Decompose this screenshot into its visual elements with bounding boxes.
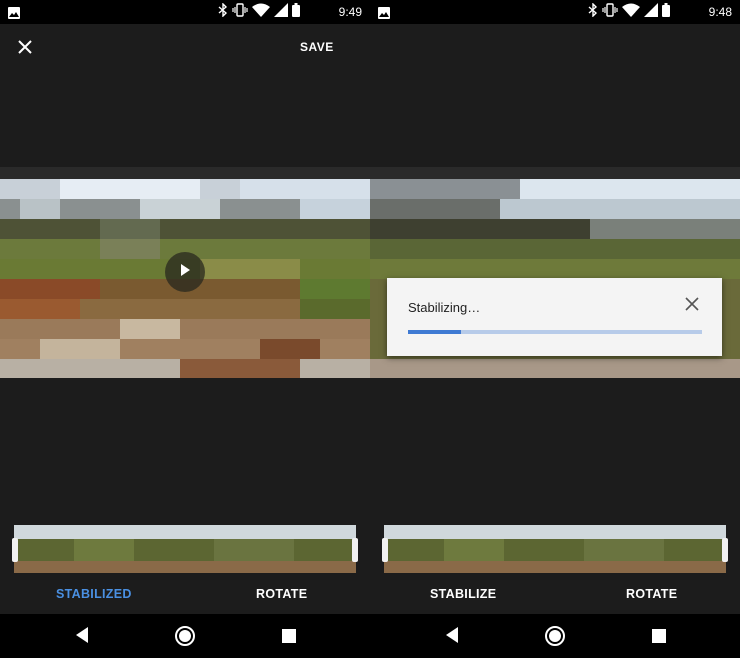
clock: 9:49	[338, 5, 362, 19]
recents-icon[interactable]	[282, 629, 296, 648]
signal-icon	[274, 2, 288, 22]
recents-icon[interactable]	[652, 629, 666, 648]
nav-bar	[370, 614, 740, 658]
video-timeline[interactable]	[382, 525, 728, 573]
nav-bar	[0, 614, 370, 658]
stabilizing-dialog: Stabilizing…	[387, 278, 722, 356]
back-icon[interactable]	[444, 626, 460, 649]
save-button[interactable]: SAVE	[300, 40, 334, 54]
bottom-tab-bar: STABILIZE ROTATE	[370, 582, 740, 606]
home-icon[interactable]	[174, 625, 196, 652]
battery-icon	[292, 2, 300, 22]
wifi-icon	[252, 3, 270, 22]
signal-icon	[644, 2, 658, 22]
video-timeline[interactable]	[12, 525, 358, 573]
dialog-title: Stabilizing…	[408, 300, 481, 315]
home-icon[interactable]	[544, 625, 566, 652]
clock: 9:48	[708, 5, 732, 19]
vibrate-icon	[232, 2, 248, 22]
bluetooth-icon	[588, 1, 598, 22]
progress-bar	[408, 330, 702, 334]
trim-end-handle[interactable]	[722, 538, 728, 562]
close-icon[interactable]	[14, 36, 36, 58]
trim-start-handle[interactable]	[382, 538, 388, 562]
trim-end-handle[interactable]	[352, 538, 358, 562]
status-bar: 9:48	[370, 0, 740, 24]
stabilize-tab[interactable]: STABILIZED	[56, 587, 132, 601]
stabilize-tab[interactable]: STABILIZE	[430, 587, 496, 601]
photo-icon	[378, 6, 390, 24]
rotate-tab[interactable]: ROTATE	[256, 587, 307, 601]
back-icon[interactable]	[74, 626, 90, 649]
photo-icon	[8, 6, 20, 24]
progress-fill	[408, 330, 461, 334]
top-toolbar: SAVE	[0, 24, 370, 70]
play-button[interactable]	[165, 252, 205, 292]
battery-icon	[662, 2, 670, 22]
rotate-tab[interactable]: ROTATE	[626, 587, 677, 601]
vibrate-icon	[602, 2, 618, 22]
close-icon[interactable]	[684, 296, 700, 312]
bottom-tab-bar: STABILIZED ROTATE	[0, 582, 370, 606]
editor-screen-left: 9:49 SAVE STABILIZED ROTATE	[0, 0, 370, 658]
status-bar: 9:49	[0, 0, 370, 24]
dialog-overlay: Stabilizing…	[370, 167, 740, 378]
editor-screen-right: 9:48 Stabilizing… STABILIZE ROTATE	[370, 0, 740, 658]
wifi-icon	[622, 3, 640, 22]
trim-start-handle[interactable]	[12, 538, 18, 562]
bluetooth-icon	[218, 1, 228, 22]
play-icon	[179, 263, 191, 281]
